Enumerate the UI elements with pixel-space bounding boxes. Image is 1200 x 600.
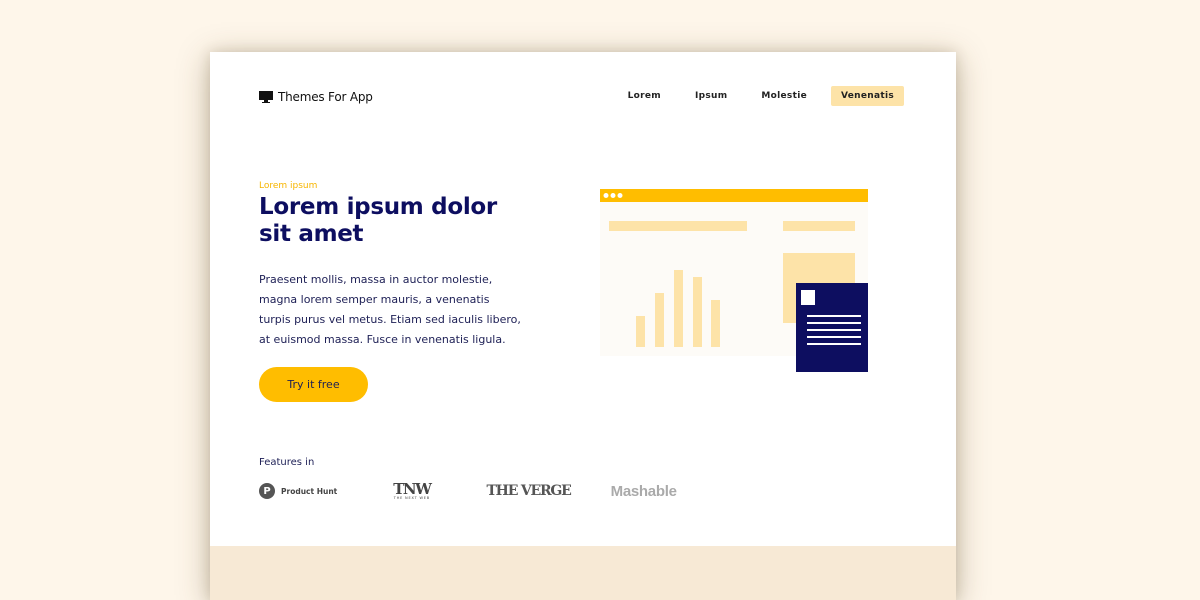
producthunt-logo[interactable]: P Product Hunt [259,483,337,499]
press-logos: P Product Hunt TNW THE NEXT WEB THE VERG… [259,482,677,500]
document-line [807,343,861,345]
hero-title: Lorem ipsum dolor sit amet [259,194,497,247]
chart-bar [674,270,683,347]
features-label: Features in [259,457,315,468]
hero-description: Praesent mollis, massa in auctor molesti… [259,273,521,346]
nav-item-venenatis[interactable]: Venenatis [830,86,904,106]
monitor-icon [259,91,273,103]
producthunt-icon: P [259,483,275,499]
document-line [807,315,861,317]
dashboard-illustration [600,189,868,372]
tnw-wordmark: TNW [393,480,432,498]
window-dot [617,193,623,198]
chart-bar [655,293,664,347]
document-line [807,329,861,331]
header-placeholder-right [783,221,855,231]
brand-name: Themes For App [278,90,373,104]
window-dot [603,193,609,198]
the-verge-logo[interactable]: THE VERGE [486,483,571,499]
document-line [807,322,861,324]
browser-title-bar [600,189,868,202]
window-dot [610,193,616,198]
landing-page: Themes For App Lorem Ipsum Molestie Vene… [210,52,956,600]
tnw-tagline: THE NEXT WEB [393,496,430,500]
nav-item-lorem[interactable]: Lorem [618,86,671,106]
hero-eyebrow: Lorem ipsum [259,181,318,191]
mashable-logo[interactable]: Mashable [611,483,677,500]
nav-item-molestie[interactable]: Molestie [751,86,817,106]
try-it-free-button[interactable]: Try it free [259,367,368,402]
chart-bar [711,300,720,347]
nav-item-ipsum[interactable]: Ipsum [685,86,737,106]
tnw-logo[interactable]: TNW THE NEXT WEB [393,480,432,501]
document-thumbnail [801,290,815,305]
chart-bar [636,316,645,347]
footer-band [210,546,956,600]
chart-bar [693,277,702,347]
main-nav: Lorem Ipsum Molestie Venenatis [604,86,904,106]
header-placeholder-left [609,221,747,231]
document-line [807,336,861,338]
producthunt-name: Product Hunt [281,486,338,496]
brand-logo[interactable]: Themes For App [259,90,373,104]
